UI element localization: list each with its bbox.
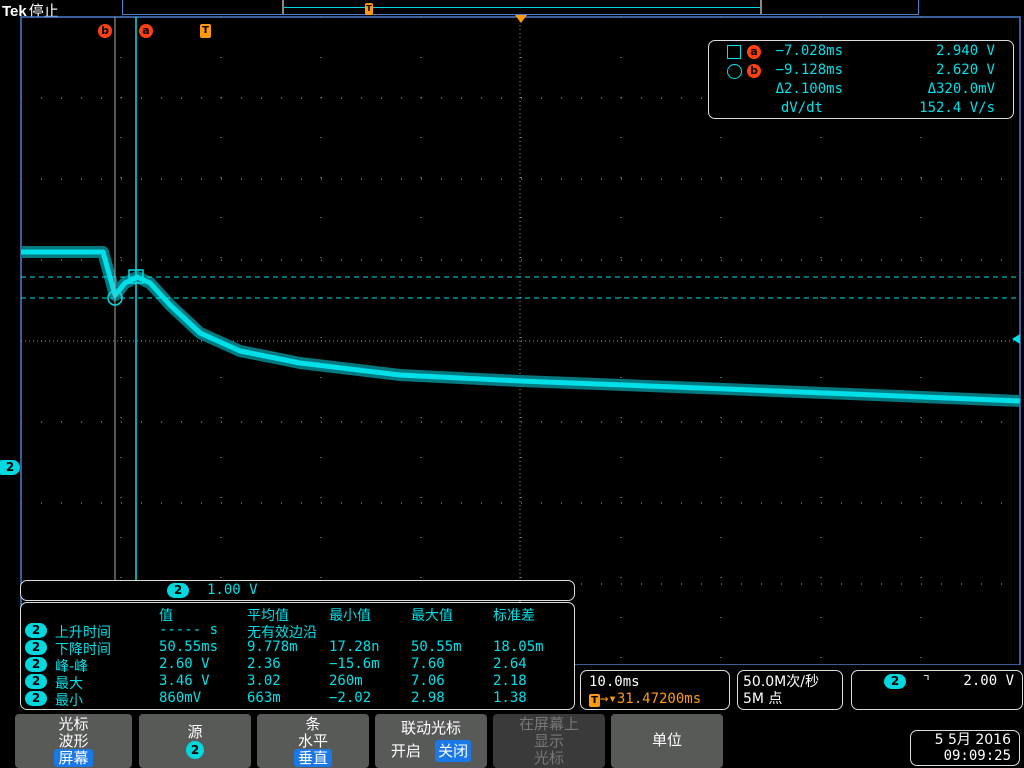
- measurement-min: 260m: [329, 673, 363, 689]
- measurement-std: 2.64: [493, 656, 527, 672]
- record-length: 5M 点: [743, 691, 783, 707]
- measurement-row: 2 下降时间 50.55ms 9.778m 17.28n 50.55m 18.05m: [21, 639, 574, 658]
- option-screen-selected: 屏幕: [54, 749, 93, 767]
- units-button[interactable]: 单位: [611, 714, 723, 768]
- option-off-selected: 关闭: [435, 740, 472, 762]
- measurement-max: 7.60: [411, 656, 445, 672]
- measurement-row: 2 峰-峰 2.60 V 2.36 −15.6m 7.60 2.64: [21, 656, 574, 675]
- measurement-value: 860mV: [159, 690, 202, 706]
- button-label: 条: [305, 715, 321, 733]
- delta-value: Δ320.0mV: [927, 81, 995, 97]
- measurement-value: 3.46 V: [159, 673, 210, 689]
- button-label-2: 显示: [533, 732, 564, 750]
- channel-badge: 2: [167, 583, 189, 598]
- button-label: 单位: [651, 731, 682, 749]
- measurement-std: 1.38: [493, 690, 527, 706]
- link-cursors-button[interactable]: 联动光标 开启 关闭: [375, 714, 487, 768]
- channel-badge: 2: [25, 657, 47, 672]
- waveform-trace: [21, 249, 1021, 404]
- channel-badge: 2: [25, 640, 47, 655]
- button-label: 在屏幕上: [518, 715, 579, 733]
- expansion-point-icon: [515, 15, 527, 23]
- cursor-b-time: −9.128ms: [775, 62, 843, 78]
- channel-scale-value: 1.00 V: [207, 582, 258, 598]
- measurement-row: 2 最大 3.46 V 3.02 260m 7.06 2.18: [21, 673, 574, 692]
- button-label-3: 光标: [533, 749, 564, 767]
- trigger-icon: T: [589, 694, 600, 707]
- cursor-a-icon: a: [747, 45, 761, 59]
- measurement-header: 值 平均值 最小值 最大值 标准差: [21, 605, 574, 624]
- measurement-value: ----- s: [159, 622, 219, 638]
- button-label: 源: [187, 723, 203, 741]
- measurement-mean: 9.778m: [247, 639, 298, 655]
- falling-edge-icon: ⌝: [922, 673, 931, 689]
- measurement-mean: 663m: [247, 690, 281, 706]
- cursor-a-value: 2.940 V: [935, 43, 995, 59]
- measurement-max: 7.06: [411, 673, 445, 689]
- option-on: 开启: [390, 742, 421, 760]
- measurement-row: 2 最小 860mV 663m −2.02 2.98 1.38: [21, 690, 574, 709]
- circle-cursor-icon: [727, 64, 742, 79]
- record-trigger-marker: T: [365, 3, 373, 15]
- measurement-value: 50.55ms: [159, 639, 219, 655]
- measurement-max: 2.98: [411, 690, 445, 706]
- horizontal-position: 31.47200ms: [616, 691, 702, 707]
- measurement-std: 18.05m: [493, 639, 544, 655]
- cursor-b-marker[interactable]: b: [98, 24, 112, 38]
- source-badge: 2: [186, 741, 204, 759]
- source-button[interactable]: 源 2: [139, 714, 251, 768]
- measurement-min: 17.28n: [329, 639, 380, 655]
- option-vertical-selected: 垂直: [293, 749, 332, 767]
- trigger-position-marker[interactable]: T: [200, 24, 211, 38]
- channel-badge: 2: [25, 623, 47, 638]
- trigger-source-badge: 2: [884, 674, 906, 689]
- cursor-b-value: 2.620 V: [935, 62, 995, 78]
- measurement-mean: 3.02: [247, 673, 281, 689]
- trigger-readout[interactable]: 2 ⌝ 2.00 V: [851, 670, 1023, 710]
- rate-value: 152.4 V/s: [919, 100, 995, 116]
- bars-button[interactable]: 条 水平 垂直: [257, 714, 369, 768]
- measurement-min: −15.6m: [329, 656, 380, 672]
- date: 5 5月 2016: [934, 732, 1011, 748]
- cursor-b-icon: b: [747, 64, 761, 78]
- cursor-type-button[interactable]: 光标 波形 屏幕: [15, 714, 132, 768]
- measurement-value: 2.60 V: [159, 656, 210, 672]
- rate-label: dV/dt: [780, 100, 823, 116]
- measurement-row: 2 上升时间 ----- s 无有效边沿: [21, 622, 574, 641]
- arrow-icon: →▾: [600, 691, 617, 707]
- cursor-readout: a −7.028ms 2.940 V b −9.128ms 2.620 V Δ2…: [708, 40, 1014, 119]
- option-waveform: 波形: [58, 732, 89, 750]
- channel-scale-readout[interactable]: 2 1.00 V: [20, 580, 575, 601]
- cursor-a-marker[interactable]: a: [139, 24, 153, 38]
- trigger-level-icon[interactable]: [1012, 334, 1020, 344]
- time: 09:09:25: [943, 748, 1011, 764]
- cursor-a-time: −7.028ms: [775, 43, 843, 59]
- measurement-std: 2.18: [493, 673, 527, 689]
- channel-badge: 2: [25, 674, 47, 689]
- button-label: 光标: [58, 715, 89, 733]
- measurement-mean: 2.36: [247, 656, 281, 672]
- horizontal-readout[interactable]: 10.0ms T →▾31.47200ms: [580, 670, 730, 710]
- measurement-max: 50.55m: [411, 639, 462, 655]
- sample-rate: 50.0M次/秒: [743, 674, 819, 690]
- measurement-name: 最小: [55, 693, 83, 709]
- option-horizontal: 水平: [297, 732, 328, 750]
- measurement-min: −2.02: [329, 690, 372, 706]
- acquisition-readout[interactable]: 50.0M次/秒 5M 点: [737, 670, 843, 710]
- trigger-level: 2.00 V: [963, 673, 1014, 689]
- horizontal-scale: 10.0ms: [589, 674, 640, 690]
- datetime: 5 5月 2016 09:09:25: [910, 730, 1020, 766]
- button-label: 联动光标: [400, 719, 461, 737]
- channel-badge: 2: [25, 691, 47, 706]
- record-trace: [284, 7, 760, 8]
- show-cursors-on-screen-button[interactable]: 在屏幕上 显示 光标: [493, 714, 605, 768]
- measurement-table: 值 平均值 最小值 最大值 标准差 2 上升时间 ----- s 无有效边沿 2 下降时间…: [20, 602, 575, 710]
- square-cursor-icon: [727, 45, 741, 59]
- channel-2-ground-marker[interactable]: 2: [0, 460, 20, 475]
- delta-time: Δ2.100ms: [775, 81, 843, 97]
